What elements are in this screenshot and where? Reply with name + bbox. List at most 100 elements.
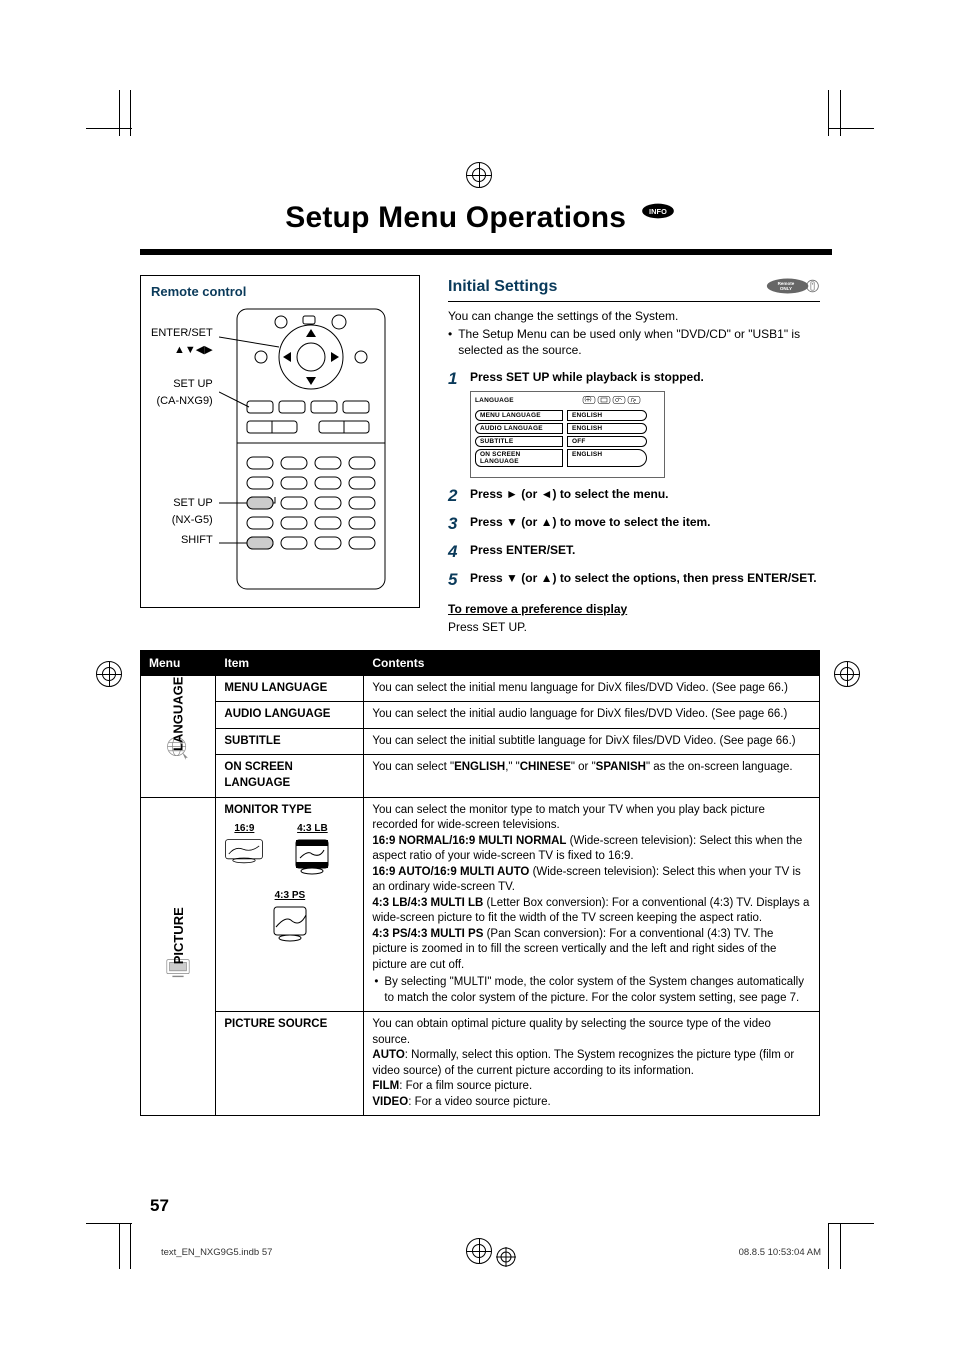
ps-l3: : For a video source picture. [408, 1096, 551, 1108]
osd-cell-right: ENGLISH [567, 423, 647, 434]
remove-preference-heading: To remove a preference display [448, 602, 820, 616]
remote-illustration [219, 307, 394, 595]
label-shift: SHIFT [151, 532, 213, 549]
svg-text:INFO: INFO [649, 207, 667, 216]
svg-text:ONLY: ONLY [780, 286, 792, 291]
title-text: Setup Menu Operations [285, 201, 626, 234]
step3-pre: Press [470, 515, 506, 529]
step2-post: ) to select the menu. [552, 487, 668, 501]
remote-only-icon: Remote ONLY [766, 275, 820, 299]
content-audio-language: You can select the initial audio languag… [364, 702, 820, 729]
mt-l1b: 16:9 NORMAL/16:9 MULTI NORMAL [372, 835, 566, 847]
menu-language-label: LANGUAGE [141, 675, 216, 797]
bullet-dot-icon: • [448, 326, 452, 358]
step-number-5: 5 [448, 570, 462, 590]
up-arrow-icon: ▲ [541, 571, 553, 585]
remove-preference-text: Press SET UP. [448, 620, 820, 634]
print-footer: text_EN_NXG9G5.indb 57 08.8.5 10:53:04 A… [161, 1247, 821, 1270]
step-1-text: Press SET UP while playback is stopped. [470, 369, 704, 385]
label-arrows: ▲▼◀▶ [151, 342, 213, 359]
step-2-text: Press ► (or ◄) to select the menu. [470, 486, 669, 502]
th-menu: Menu [141, 650, 216, 675]
osd-cell-left: MENU LANGUAGE [475, 410, 563, 421]
step-4-text: Press ENTER/SET. [470, 542, 575, 558]
mt-l4b: 4:3 PS/4:3 MULTI PS [372, 928, 483, 940]
monitor-type-title: MONITOR TYPE [224, 804, 311, 816]
ps-l3b: VIDEO [372, 1096, 408, 1108]
step-number-4: 4 [448, 542, 462, 562]
content-on-screen-language: You can select "ENGLISH," "CHINESE" or "… [364, 755, 820, 797]
osd-row: MENU LANGUAGEENGLISH [475, 410, 660, 421]
step2-mid: (or [518, 487, 541, 501]
step3-mid: (or [518, 515, 541, 529]
step5-pre: Press [470, 571, 506, 585]
item-monitor-type: MONITOR TYPE 16:9 4:3 LB 4:3 PS [216, 797, 364, 1012]
osd-cell-right: ENGLISH [567, 449, 647, 467]
th-contents: Contents [364, 650, 820, 675]
label-setup-1: SET UP [151, 376, 213, 393]
page-content: Setup Menu Operations INFO Remote contro… [140, 195, 820, 1116]
step-number-2: 2 [448, 486, 462, 506]
step3-post: ) to move to select the item. [552, 515, 710, 529]
registration-target-icon [466, 162, 492, 188]
tv-16-9-icon [224, 838, 264, 867]
osl-opt3: SPANISH [596, 761, 646, 773]
crop-mark [119, 1223, 120, 1269]
osl-opt2: CHINESE [520, 761, 571, 773]
item-on-screen-language: ON SCREEN LANGUAGE [216, 755, 364, 797]
ps-intro: You can obtain optimal picture quality b… [372, 1018, 771, 1046]
mt-intro: You can select the monitor type to match… [372, 804, 765, 832]
osd-row: SUBTITLE OFF [475, 436, 660, 447]
step5-post: ) to select the options, then press ENTE… [552, 571, 816, 585]
step-number-3: 3 [448, 514, 462, 534]
svg-text:Remote: Remote [778, 281, 795, 286]
mt-l2b: 16:9 AUTO/16:9 MULTI AUTO [372, 866, 529, 878]
up-arrow-icon: ▲ [541, 515, 553, 529]
footer-left: text_EN_NXG9G5.indb 57 [161, 1247, 272, 1270]
crop-mark [130, 1223, 131, 1269]
osl-pre: You can select " [372, 761, 454, 773]
content-menu-language: You can select the initial menu language… [364, 675, 820, 702]
initial-settings-text: Initial Settings [448, 278, 557, 296]
crop-mark [840, 1223, 841, 1269]
bullet-dot-icon: • [374, 975, 378, 1006]
intro-text: You can change the settings of the Syste… [448, 308, 820, 324]
crop-mark [86, 1223, 132, 1224]
tv-4-3-lb-icon [292, 838, 332, 878]
osd-cell-left: SUBTITLE [475, 436, 563, 447]
ps-l1: : Normally, select this option. The Syst… [372, 1049, 794, 1077]
registration-target-icon [96, 661, 122, 687]
crop-mark [86, 128, 132, 129]
menu-language-rotated: LANGUAGE [169, 677, 187, 751]
label-4-3-ps: 4:3 PS [224, 889, 355, 903]
osd-cell-left: AUDIO LANGUAGE [475, 423, 563, 434]
crop-mark [828, 90, 829, 136]
osd-row: ON SCREEN LANGUAGEENGLISH [475, 449, 660, 467]
osd-tab-icons [564, 395, 660, 407]
label-4-3-lb: 4:3 LB [292, 822, 332, 836]
content-picture-source: You can obtain optimal picture quality b… [364, 1012, 820, 1116]
registration-target-icon [834, 661, 860, 687]
label-16-9: 16:9 [224, 822, 264, 836]
label-setup-2: SET UP [151, 495, 213, 512]
osl-opt1: ENGLISH [454, 761, 505, 773]
remote-control-heading: Remote control [151, 284, 409, 299]
step-5-text: Press ▼ (or ▲) to select the options, th… [470, 570, 817, 586]
footer-right: 08.8.5 10:53:04 AM [739, 1247, 821, 1270]
crop-mark [119, 90, 120, 136]
step2-pre: Press [470, 487, 506, 501]
osd-cell-left: ON SCREEN LANGUAGE [475, 449, 563, 467]
crop-mark [828, 1223, 829, 1269]
content-subtitle: You can select the initial subtitle lang… [364, 728, 820, 755]
item-audio-language: AUDIO LANGUAGE [216, 702, 364, 729]
item-menu-language: MENU LANGUAGE [216, 675, 364, 702]
crop-mark [828, 1223, 874, 1224]
right-arrow-icon: ► [506, 487, 518, 501]
page-number: 57 [150, 1196, 169, 1216]
title-underline-bar [140, 249, 820, 255]
osd-cell-right: OFF [567, 436, 647, 447]
page-title: Setup Menu Operations INFO [140, 195, 820, 235]
tv-4-3-ps-icon [270, 905, 310, 945]
down-arrow-icon: ▼ [506, 515, 518, 529]
step-number-1: 1 [448, 369, 462, 389]
